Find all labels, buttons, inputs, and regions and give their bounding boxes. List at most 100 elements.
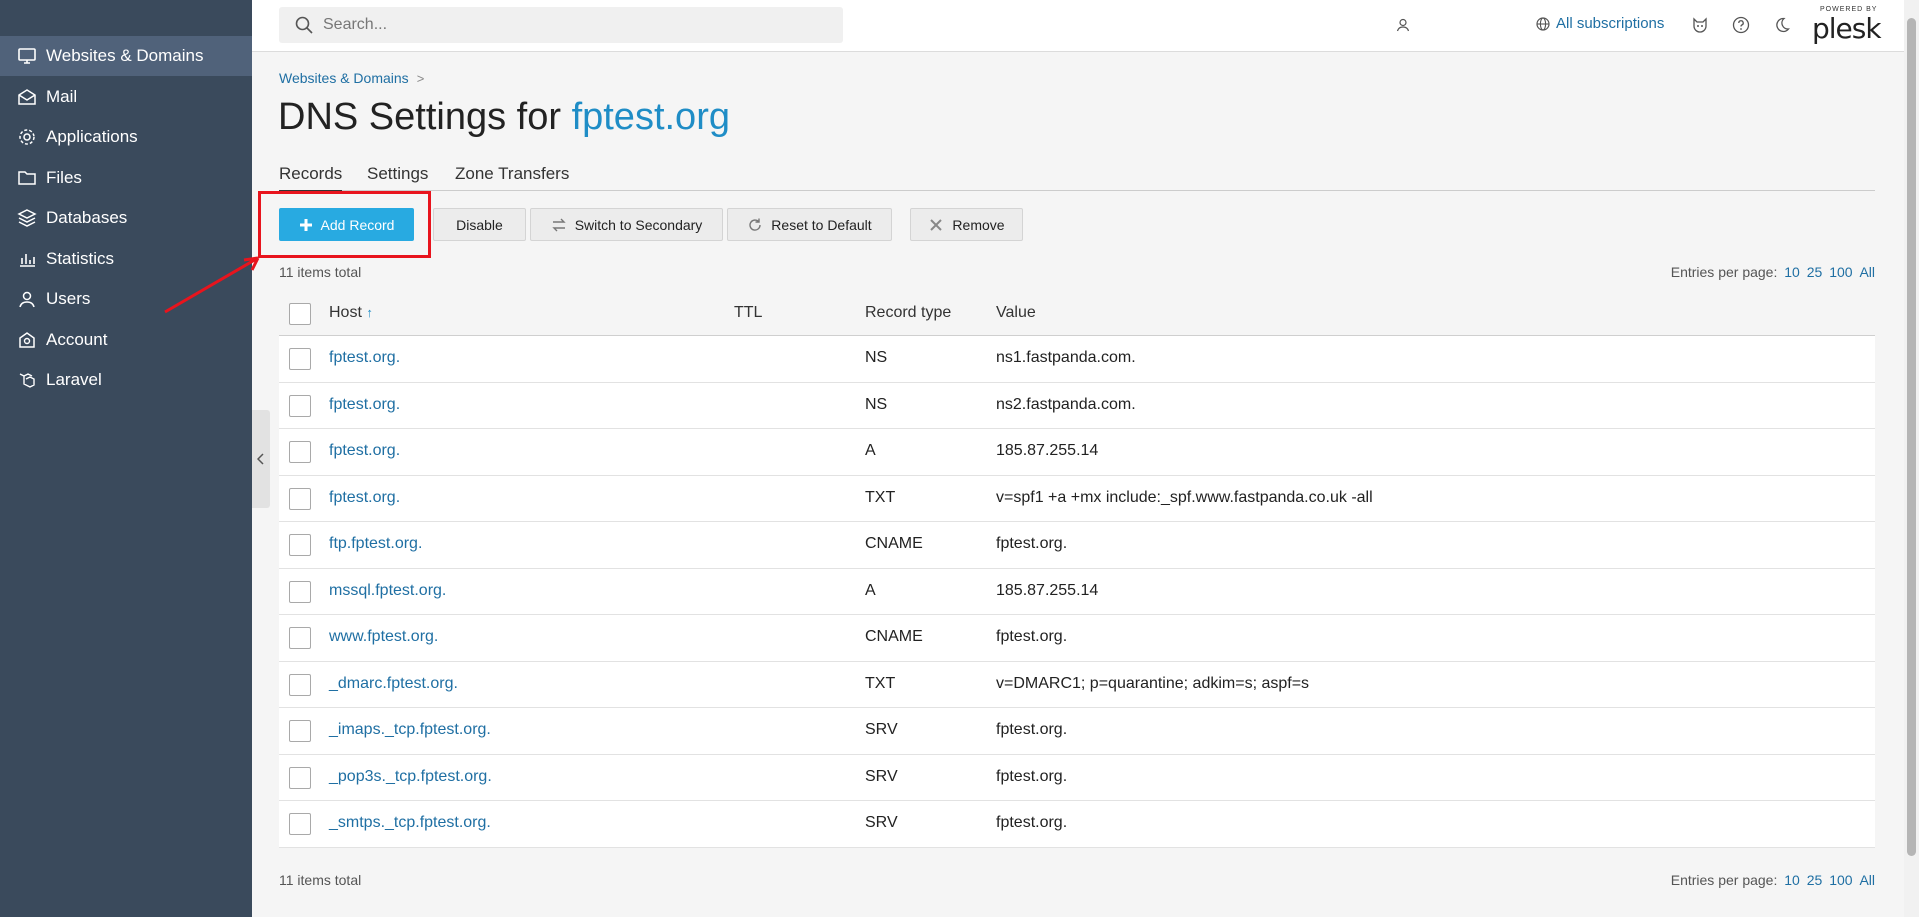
tab-records[interactable]: Records [279, 164, 343, 192]
column-host[interactable]: Host ↑ [329, 304, 373, 322]
entries-per-page-bottom: Entries per page: 10 25 100 All [1671, 872, 1875, 888]
reset-icon [749, 218, 761, 231]
highlight-annotation [258, 191, 431, 258]
row-checkbox[interactable] [289, 441, 311, 463]
sidebar-item-files[interactable]: Files [0, 158, 252, 198]
table-header: Host ↑ TTL Record type Value [279, 294, 1875, 336]
logo-name: plesk [1812, 12, 1882, 45]
top-header: All subscriptions POWERED BY plesk [252, 0, 1904, 52]
value-cell: fptest.org. [996, 535, 1068, 552]
per-page-10[interactable]: 10 [1784, 872, 1800, 888]
user-profile-icon[interactable] [1392, 14, 1414, 36]
record-type-cell: NS [865, 395, 888, 413]
reset-to-default-button[interactable]: Reset to Default [727, 208, 892, 241]
sidebar-item-label: Statistics [46, 249, 115, 268]
sidebar-item-label: Applications [46, 127, 138, 146]
host-link[interactable]: ftp.fptest.org. [329, 535, 422, 553]
mascot-icon[interactable] [1689, 14, 1711, 36]
switch-to-secondary-button[interactable]: Switch to Secondary [530, 208, 723, 241]
sidebar-item-label: Websites & Domains [46, 46, 204, 65]
sidebar-item-websites-domains[interactable]: Websites & Domains [0, 36, 252, 76]
per-page-100[interactable]: 100 [1829, 264, 1852, 280]
host-link[interactable]: _smtps._tcp.fptest.org. [329, 814, 491, 832]
column-ttl[interactable]: TTL [734, 304, 762, 322]
breadcrumb-websites-domains[interactable]: Websites & Domains [279, 70, 409, 86]
search-box[interactable] [279, 7, 843, 43]
record-type-cell: SRV [865, 721, 898, 738]
value-cell: v=DMARC1; p=quarantine; adkim=s; aspf=s [996, 674, 1310, 692]
host-link[interactable]: _imaps._tcp.fptest.org. [329, 721, 491, 739]
red-arrow-annotation [164, 256, 260, 314]
sidebar: Websites & Domains Mail Applications Fil… [0, 0, 252, 917]
sidebar-item-databases[interactable]: Databases [0, 198, 252, 238]
table-row: _imaps._tcp.fptest.org. SRV fptest.org. [279, 708, 1875, 755]
per-page-100[interactable]: 100 [1829, 872, 1852, 888]
tab-zone-transfers[interactable]: Zone Transfers [455, 164, 569, 190]
sidebar-collapse-button[interactable] [252, 410, 270, 508]
page-title-domain[interactable]: fptest.org [572, 96, 730, 138]
search-input[interactable] [323, 16, 803, 34]
value-cell: v=spf1 +a +mx include:_spf.www.fastpanda… [996, 488, 1373, 506]
row-checkbox[interactable] [289, 766, 311, 789]
per-page-25[interactable]: 25 [1807, 872, 1823, 888]
moon-icon[interactable] [1771, 14, 1793, 36]
disable-button[interactable]: Disable [433, 208, 526, 241]
sidebar-item-applications[interactable]: Applications [0, 117, 252, 157]
host-link[interactable]: fptest.org. [329, 489, 400, 507]
mail-icon [18, 89, 36, 105]
value-cell: ns2.fastpanda.com. [996, 395, 1136, 413]
table-row: fptest.org. TXT v=spf1 +a +mx include:_spf… [279, 475, 1875, 522]
sidebar-item-label: Files [46, 168, 82, 187]
remove-button[interactable]: Remove [910, 208, 1023, 241]
row-checkbox[interactable] [289, 534, 311, 556]
host-link[interactable]: fptest.org. [329, 349, 400, 367]
all-subscriptions-link[interactable]: All subscriptions [1536, 15, 1664, 32]
value-cell: 185.87.255.14 [996, 581, 1099, 599]
sort-arrow-icon: ↑ [366, 305, 373, 320]
row-checkbox[interactable] [289, 813, 311, 835]
select-all-checkbox[interactable] [289, 303, 311, 325]
help-icon[interactable] [1730, 14, 1752, 36]
sidebar-item-mail[interactable]: Mail [0, 77, 252, 117]
host-link[interactable]: mssql.fptest.org. [329, 582, 446, 600]
table-row: fptest.org. A 185.87.255.14 [279, 429, 1875, 476]
sidebar-item-laravel[interactable]: Laravel [0, 360, 252, 400]
table-row: www.fptest.org. CNAME fptest.org. [279, 615, 1875, 662]
row-checkbox[interactable] [289, 487, 311, 510]
record-type-cell: SRV [865, 767, 898, 785]
user-icon [19, 291, 35, 308]
host-link[interactable]: fptest.org. [329, 442, 400, 460]
breadcrumb: Websites & Domains > [279, 70, 424, 86]
per-page-25[interactable]: 25 [1807, 264, 1823, 280]
scrollbar-thumb[interactable] [1907, 18, 1916, 856]
table-row: mssql.fptest.org. A 185.87.255.14 [279, 568, 1875, 615]
column-record-type[interactable]: Record type [865, 304, 951, 322]
per-page-all[interactable]: All [1859, 264, 1875, 280]
sidebar-item-label: Users [46, 289, 91, 308]
switch-icon [551, 218, 566, 231]
row-checkbox[interactable] [289, 673, 311, 696]
row-checkbox[interactable] [289, 720, 311, 742]
row-checkbox[interactable] [289, 394, 311, 417]
disable-label: Disable [456, 216, 503, 233]
host-link[interactable]: www.fptest.org. [329, 628, 438, 646]
row-checkbox[interactable] [289, 627, 311, 649]
table-row: ftp.fptest.org. CNAME fptest.org. [279, 522, 1875, 569]
host-link[interactable]: fptest.org. [329, 396, 400, 414]
table-row: fptest.org. NS ns2.fastpanda.com. [279, 382, 1875, 429]
row-checkbox[interactable] [289, 580, 311, 603]
host-link[interactable]: _dmarc.fptest.org. [329, 675, 458, 693]
host-link[interactable]: _pop3s._tcp.fptest.org. [329, 768, 492, 786]
per-page-all[interactable]: All [1859, 872, 1875, 888]
value-cell: ns1.fastpanda.com. [996, 349, 1136, 366]
database-icon [17, 209, 37, 227]
sidebar-item-account[interactable]: Account [0, 320, 252, 360]
per-page-10[interactable]: 10 [1784, 264, 1800, 280]
row-checkbox[interactable] [289, 348, 311, 370]
items-total-top: 11 items total [279, 264, 362, 280]
record-type-cell: NS [865, 349, 888, 366]
sidebar-item-label: Mail [46, 87, 78, 106]
tab-settings[interactable]: Settings [367, 164, 428, 190]
reset-to-default-label: Reset to Default [771, 216, 872, 233]
column-value[interactable]: Value [996, 304, 1036, 322]
